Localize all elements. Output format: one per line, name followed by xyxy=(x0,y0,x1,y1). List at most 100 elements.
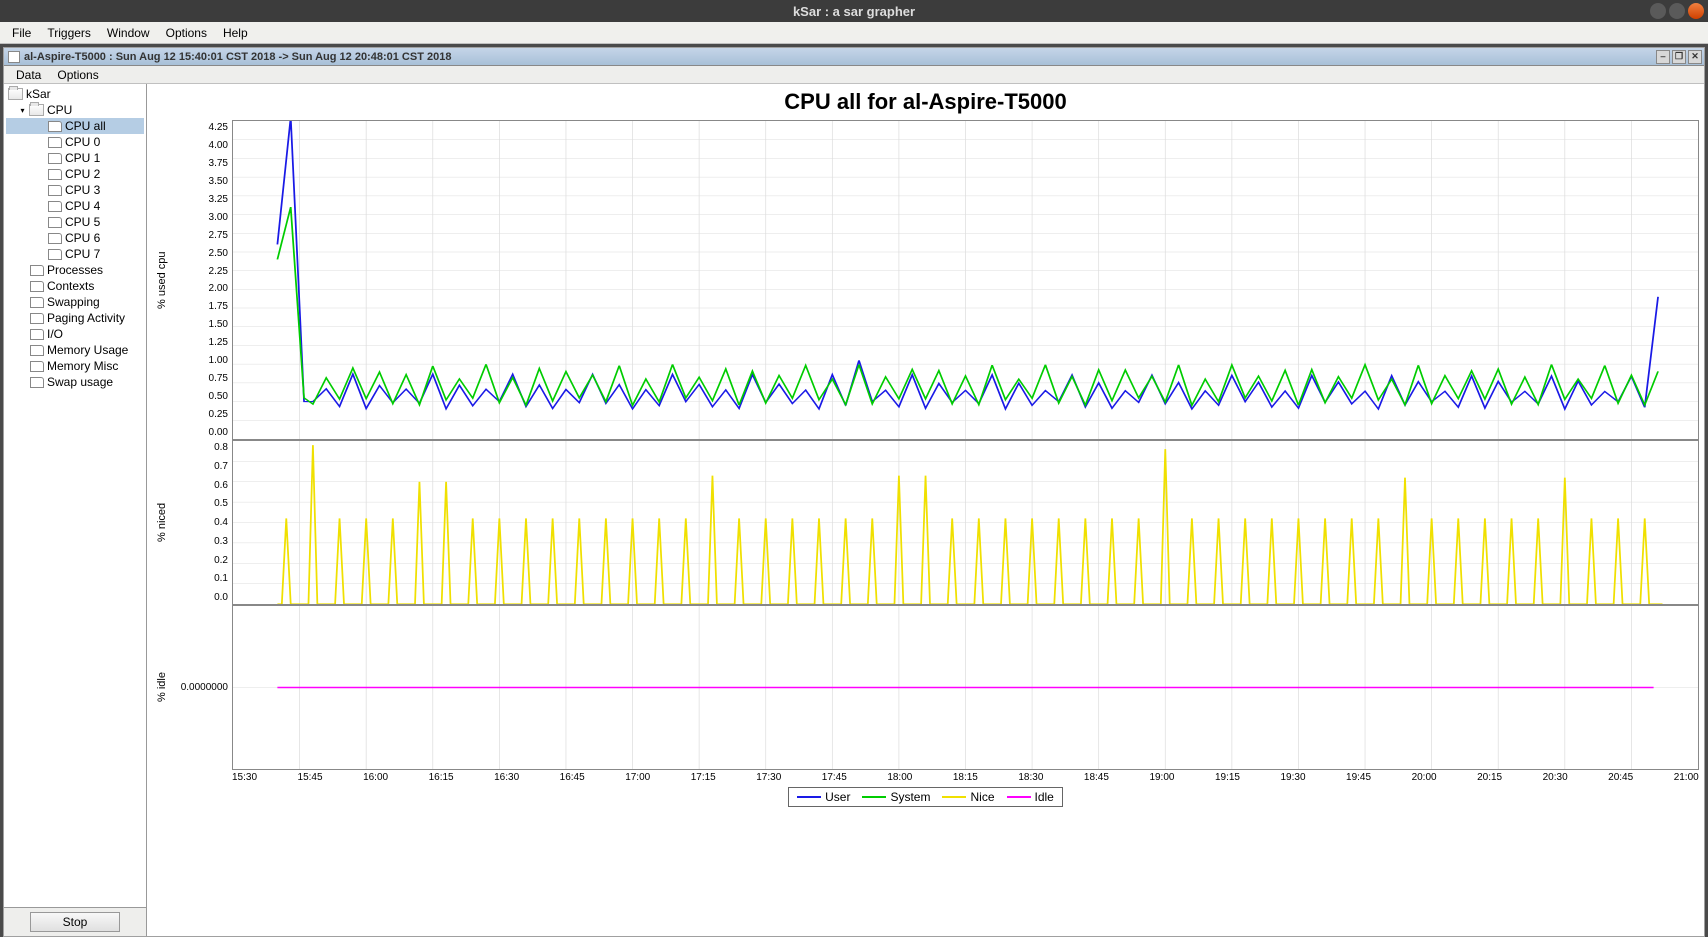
y-tick: 0.4 xyxy=(172,517,228,528)
tree-cpu-label: CPU xyxy=(47,103,72,117)
tree-item-swapping[interactable]: Swapping xyxy=(6,294,144,310)
page-icon xyxy=(48,201,62,212)
tree-item-label: CPU 5 xyxy=(65,215,100,229)
page-icon xyxy=(48,233,62,244)
tree-item-paging-activity[interactable]: Paging Activity xyxy=(6,310,144,326)
tree-item-i-o[interactable]: I/O xyxy=(6,326,144,342)
folder-icon xyxy=(29,104,44,116)
x-tick: 19:45 xyxy=(1346,772,1371,783)
tree-item-swap-usage[interactable]: Swap usage xyxy=(6,374,144,390)
tree-item-cpu-all[interactable]: CPU all xyxy=(6,118,144,134)
y-tick: 1.75 xyxy=(172,301,228,312)
x-tick: 17:15 xyxy=(691,772,716,783)
tree-item-label: CPU 1 xyxy=(65,151,100,165)
tree-item-memory-misc[interactable]: Memory Misc xyxy=(6,358,144,374)
tree-item-cpu-6[interactable]: CPU 6 xyxy=(6,230,144,246)
tree-item-label: CPU 4 xyxy=(65,199,100,213)
folder-icon xyxy=(8,88,23,100)
y-axis-label-1: % used cpu xyxy=(152,120,172,440)
stop-button[interactable]: Stop xyxy=(30,912,121,932)
tree-cpu[interactable]: ▾ CPU xyxy=(6,102,144,118)
y-tick: 0.0000000 xyxy=(172,682,228,693)
inner-restore-button[interactable]: ❐ xyxy=(1672,50,1686,64)
tree-item-cpu-5[interactable]: CPU 5 xyxy=(6,214,144,230)
inner-window: al-Aspire-T5000 : Sun Aug 12 15:40:01 CS… xyxy=(3,47,1705,937)
tree-root-label: kSar xyxy=(26,87,51,101)
x-tick: 20:15 xyxy=(1477,772,1502,783)
tree-item-contexts[interactable]: Contexts xyxy=(6,278,144,294)
y-tick: 0.00 xyxy=(172,427,228,438)
chart-area: CPU all for al-Aspire-T5000 % used cpu 4… xyxy=(147,84,1704,936)
page-icon xyxy=(30,265,44,276)
x-tick: 16:15 xyxy=(429,772,454,783)
y-tick: 1.25 xyxy=(172,337,228,348)
page-icon xyxy=(30,281,44,292)
x-tick: 15:45 xyxy=(298,772,323,783)
y-tick: 4.00 xyxy=(172,140,228,151)
x-tick: 17:00 xyxy=(625,772,650,783)
y-tick: 0.0 xyxy=(172,592,228,603)
legend-label-nice: Nice xyxy=(970,790,994,804)
title-bar-controls xyxy=(1650,3,1704,19)
menu-help[interactable]: Help xyxy=(215,23,256,43)
tree-item-label: CPU 2 xyxy=(65,167,100,181)
x-tick: 16:00 xyxy=(363,772,388,783)
page-icon xyxy=(30,297,44,308)
tree-item-cpu-0[interactable]: CPU 0 xyxy=(6,134,144,150)
plot-area-1[interactable] xyxy=(232,120,1699,440)
tree-expand-icon[interactable]: ▾ xyxy=(18,106,27,115)
tree-item-cpu-4[interactable]: CPU 4 xyxy=(6,198,144,214)
tree-item-label: Memory Misc xyxy=(47,359,118,373)
y-tick: 0.5 xyxy=(172,498,228,509)
y-tick: 3.75 xyxy=(172,158,228,169)
legend-line-nice xyxy=(942,796,966,798)
legend-line-idle xyxy=(1007,796,1031,798)
menu-options[interactable]: Options xyxy=(158,23,215,43)
x-tick: 17:45 xyxy=(822,772,847,783)
tree-view[interactable]: kSar ▾ CPU CPU allCPU 0CPU 1CPU 2CPU 3CP… xyxy=(4,84,146,907)
inner-close-button[interactable]: ✕ xyxy=(1688,50,1702,64)
tree-item-cpu-3[interactable]: CPU 3 xyxy=(6,182,144,198)
submenu-options[interactable]: Options xyxy=(49,65,106,85)
tree-root[interactable]: kSar xyxy=(6,86,144,102)
legend-nice: Nice xyxy=(942,790,994,804)
x-tick: 20:45 xyxy=(1608,772,1633,783)
x-axis-ticks: 15:3015:4516:0016:1516:3016:4517:0017:15… xyxy=(232,770,1699,785)
menu-file[interactable]: File xyxy=(4,23,39,43)
y-tick: 1.50 xyxy=(172,319,228,330)
legend-label-system: System xyxy=(890,790,930,804)
y-tick: 4.25 xyxy=(172,122,228,133)
y-tick: 2.75 xyxy=(172,230,228,241)
legend-label-idle: Idle xyxy=(1035,790,1054,804)
tree-item-memory-usage[interactable]: Memory Usage xyxy=(6,342,144,358)
legend-wrap: User System Nice Idle xyxy=(152,787,1699,807)
y-tick: 0.75 xyxy=(172,373,228,384)
tree-item-cpu-7[interactable]: CPU 7 xyxy=(6,246,144,262)
x-tick: 17:30 xyxy=(756,772,781,783)
y-tick: 2.25 xyxy=(172,266,228,277)
chart-panel-idle: % idle 0.0000000 xyxy=(152,605,1699,770)
submenu-data[interactable]: Data xyxy=(8,65,49,85)
minimize-button[interactable] xyxy=(1650,3,1666,19)
plot-area-3[interactable] xyxy=(232,605,1699,770)
tree-item-processes[interactable]: Processes xyxy=(6,262,144,278)
menu-triggers[interactable]: Triggers xyxy=(39,23,99,43)
plot-area-2[interactable] xyxy=(232,440,1699,605)
page-icon xyxy=(30,345,44,356)
menu-window[interactable]: Window xyxy=(99,23,158,43)
x-tick: 21:00 xyxy=(1674,772,1699,783)
y-tick: 2.00 xyxy=(172,283,228,294)
page-icon xyxy=(30,313,44,324)
tree-item-label: CPU 6 xyxy=(65,231,100,245)
maximize-button[interactable] xyxy=(1669,3,1685,19)
x-tick: 18:30 xyxy=(1018,772,1043,783)
y-tick: 0.6 xyxy=(172,480,228,491)
x-tick: 15:30 xyxy=(232,772,257,783)
tree-item-cpu-2[interactable]: CPU 2 xyxy=(6,166,144,182)
inner-minimize-button[interactable]: ⎯ xyxy=(1656,50,1670,64)
x-tick: 18:15 xyxy=(953,772,978,783)
stop-bar: Stop xyxy=(4,907,146,936)
tree-item-cpu-1[interactable]: CPU 1 xyxy=(6,150,144,166)
page-icon xyxy=(48,121,62,132)
close-button[interactable] xyxy=(1688,3,1704,19)
